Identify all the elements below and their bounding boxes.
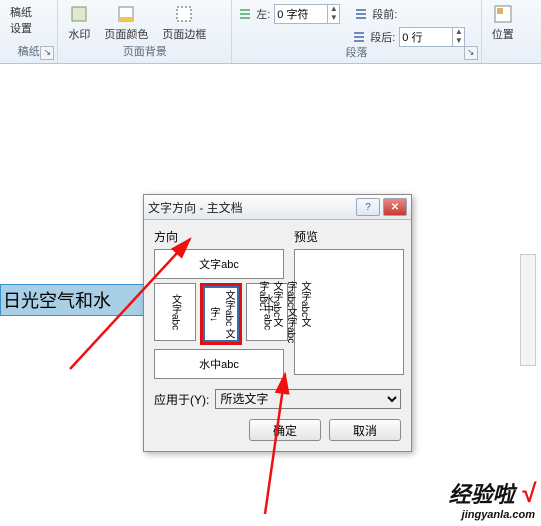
indent-left-stepper[interactable]: ▲▼: [274, 4, 340, 24]
watermark-text: 经验啦: [449, 482, 515, 507]
watermark-logo: 经验啦 √ jingyanla.com: [449, 477, 535, 521]
ribbon-group-background: 水印 页面颜色 页面边框 页面背景: [58, 0, 232, 63]
label: 设置: [10, 20, 32, 36]
orient-option-selected[interactable]: 文字abc 文字↓: [200, 283, 242, 345]
page-color-icon: [116, 4, 136, 24]
position-icon: [493, 4, 513, 24]
ribbon: 稿纸 设置 稿纸 ↘ 水印 页面颜色 页面边框 页面背景: [0, 0, 541, 64]
watermark-icon: [69, 4, 89, 24]
label: 位置: [492, 26, 514, 42]
paper-settings-button[interactable]: 稿纸 设置: [6, 2, 36, 38]
label: 水印: [68, 26, 90, 42]
space-after-input[interactable]: [400, 31, 452, 43]
launcher-icon[interactable]: ↘: [464, 46, 478, 60]
page-border-icon: [174, 4, 194, 24]
help-button[interactable]: ?: [356, 198, 380, 216]
close-button[interactable]: ✕: [383, 198, 407, 216]
preview-box: 字abc↓ 文字abc文 字abc文字abc 文字abc文: [294, 249, 404, 375]
document-area: 日光空气和水 文字方向 - 主文档 ? ✕ 方向 文字abc 文字abc: [0, 64, 541, 526]
group-label: 页面背景: [64, 43, 225, 61]
ribbon-group-paper: 稿纸 设置 稿纸 ↘: [0, 0, 58, 63]
label: 页面边框: [162, 26, 206, 42]
dialog-titlebar[interactable]: 文字方向 - 主文档 ? ✕: [144, 195, 411, 220]
indent-left-input[interactable]: [275, 8, 327, 20]
space-before-icon: [354, 7, 368, 21]
watermark-button[interactable]: 水印: [64, 2, 94, 44]
ribbon-group-paragraph: 左: ▲▼ 段前: 段后: ▲▼ 段落 ↘: [232, 0, 481, 63]
group-label: 段落: [238, 44, 474, 62]
text-direction-dialog: 文字方向 - 主文档 ? ✕ 方向 文字abc 文字abc 文字abc: [143, 194, 412, 452]
orient-option-horizontal[interactable]: 文字abc: [154, 249, 284, 279]
dialog-title: 文字方向 - 主文档: [148, 199, 353, 216]
position-button[interactable]: 位置: [488, 2, 518, 44]
apply-to-select[interactable]: 所选文字: [215, 389, 401, 409]
label: 段后:: [370, 29, 395, 45]
space-after-icon: [352, 30, 366, 44]
preview-label: 预览: [294, 228, 404, 245]
orientation-label: 方向: [154, 228, 284, 245]
preview-line: 字abc文字abc: [283, 281, 297, 343]
label: 段前:: [372, 6, 397, 22]
orient-option-vertical-1[interactable]: 文字abc: [154, 283, 196, 341]
watermark-url: jingyanla.com: [449, 509, 535, 521]
label: 稿纸: [10, 4, 32, 20]
check-icon: √: [521, 478, 535, 508]
label: 页面颜色: [104, 26, 148, 42]
page-border-button[interactable]: 页面边框: [158, 2, 210, 44]
ok-button[interactable]: 确定: [249, 419, 321, 441]
indent-left-icon: [238, 7, 252, 21]
cancel-button[interactable]: 取消: [329, 419, 401, 441]
orient-option-bottom[interactable]: 水中abc: [154, 349, 284, 379]
vertical-ruler: [520, 254, 536, 366]
apply-to-label: 应用于(Y):: [154, 391, 209, 408]
ribbon-group-position: 位置: [482, 0, 541, 63]
label: 左:: [256, 6, 270, 22]
preview-line: 文字abc文: [269, 281, 283, 343]
label: 文字abc: [223, 290, 234, 326]
launcher-icon[interactable]: ↘: [40, 46, 54, 60]
selected-text[interactable]: 日光空气和水: [0, 284, 152, 316]
page-color-button[interactable]: 页面颜色: [100, 2, 152, 44]
preview-line: 文字abc文: [297, 281, 311, 343]
preview-line: 字abc↓: [255, 281, 269, 343]
